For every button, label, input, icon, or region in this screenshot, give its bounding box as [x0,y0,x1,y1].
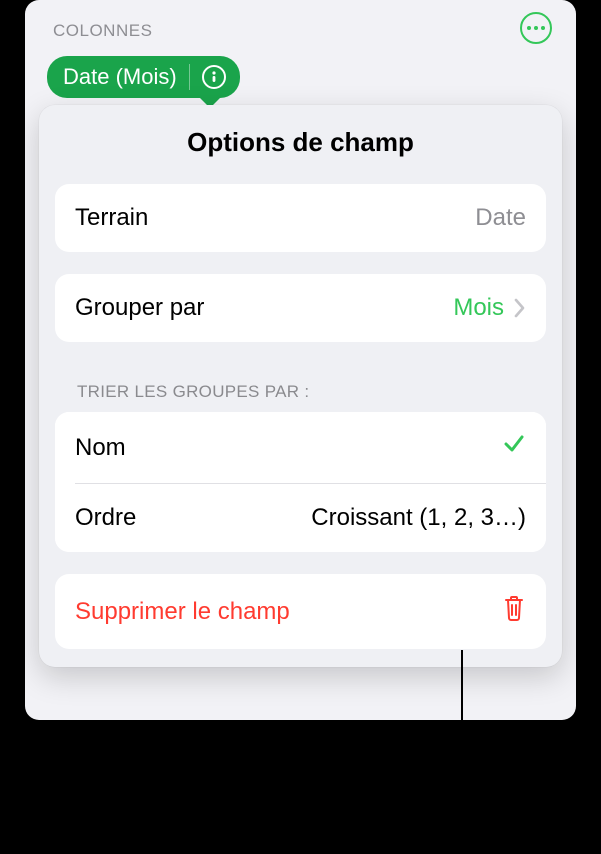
delete-field-row[interactable]: Supprimer le champ [55,574,546,649]
ellipsis-icon [527,26,531,30]
sort-by-row[interactable]: Nom [55,412,546,483]
checkmark-icon [502,432,526,463]
group-by-value: Mois [453,294,504,322]
group-by-label: Grouper par [75,294,204,322]
popover-title: Options de champ [55,127,546,158]
group-by-row[interactable]: Grouper par Mois [55,274,546,342]
order-row[interactable]: Ordre Croissant (1, 2, 3…) [55,484,546,552]
order-label: Ordre [75,504,136,532]
callout-line [461,650,463,786]
terrain-label: Terrain [75,204,148,232]
field-options-popover: Options de champ Terrain Date Grouper pa… [39,105,562,667]
sort-by-label: Nom [75,434,126,462]
delete-field-label: Supprimer le champ [75,598,290,626]
trash-icon [502,594,526,629]
pill-divider [189,64,190,90]
ellipsis-icon [541,26,545,30]
columns-panel: COLONNES Date (Mois) Options de champ Te… [25,0,576,720]
field-pill-label: Date (Mois) [63,64,177,90]
terrain-row[interactable]: Terrain Date [55,184,546,252]
more-options-button[interactable] [520,12,552,44]
panel-header: COLONNES [25,0,576,46]
sort-group: Nom Ordre Croissant (1, 2, 3…) [55,412,546,552]
field-pill[interactable]: Date (Mois) [47,56,240,98]
info-icon[interactable] [202,65,226,89]
pill-row: Date (Mois) [25,46,576,108]
sort-section-header: TRIER LES GROUPES PAR : [55,382,546,412]
order-value: Croissant (1, 2, 3…) [311,504,526,532]
section-header-label: COLONNES [53,21,152,41]
chevron-right-icon [514,298,526,318]
terrain-value: Date [475,204,526,232]
ellipsis-icon [534,26,538,30]
